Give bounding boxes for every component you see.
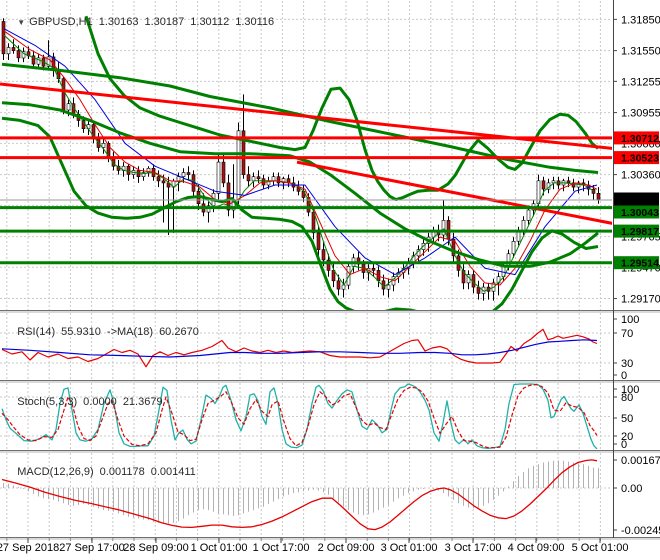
axis-label: 30	[621, 358, 633, 370]
close-value: 1.30116	[235, 16, 275, 28]
macd-signal-value: 0.001411	[150, 466, 196, 478]
symbol-dropdown-icon[interactable]: ▼	[17, 18, 25, 27]
price-tick-label: 1.31550	[621, 46, 660, 58]
stoch-panel-header: Stoch(5,3,3) 0.0000 21.3679	[5, 384, 169, 420]
price-box-label: 1.30043	[621, 207, 659, 219]
open-value: 1.30163	[98, 16, 139, 28]
time-label: 1 Oct 17:00	[253, 542, 310, 554]
stoch-signal-value: 21.3679	[122, 396, 163, 408]
rsi-value: 55.9310	[61, 326, 101, 338]
chart-title-bar: ▼ GBPUSD,H1 1.30163 1.30187 1.30112 1.30116	[5, 4, 280, 40]
price-box-label: 1.30712	[621, 133, 659, 145]
symbol-label: GBPUSD,H1	[29, 16, 93, 28]
axis-label: 0.00	[621, 483, 642, 495]
rsi-ma-value: 60.2670	[159, 326, 199, 338]
high-value: 1.30187	[144, 16, 185, 28]
price-tick-label: 1.30955	[621, 108, 660, 120]
macd-label: MACD(12,26,9)	[17, 466, 94, 478]
time-label: 27 Sep 17:00	[59, 542, 124, 554]
low-value: 1.30112	[190, 16, 230, 28]
axis-label: 0.001675	[621, 455, 660, 467]
price-box-label: 1.30116	[621, 194, 659, 206]
rsi-panel-header: RSI(14) 55.9310 ->MA(18) 60.2670	[5, 314, 205, 350]
price-tick-label: 1.31255	[621, 76, 660, 88]
time-label: 27 Sep 2018	[0, 542, 59, 554]
ma-blue-slow	[3, 28, 598, 276]
price-box-label: 1.30523	[621, 153, 659, 165]
axis-label: 0	[621, 439, 627, 451]
price-box-label: 1.29514	[621, 258, 659, 270]
time-label: 1 Oct 01:00	[191, 542, 248, 554]
time-label: 4 Oct 09:00	[508, 542, 565, 554]
rsi-label: RSI(14)	[17, 326, 56, 338]
price-tick-label: 1.29170	[621, 294, 660, 306]
time-label: 28 Sep 09:00	[123, 542, 188, 554]
price-box-label: 1.29817	[621, 226, 659, 238]
axis-label: 100	[621, 314, 639, 326]
stoch-value: 0.0000	[83, 396, 117, 408]
rsi-ma-label: ->MA(18)	[106, 326, 154, 338]
macd-panel-header: MACD(12,26,9) 0.001178 0.001411	[5, 454, 202, 490]
axis-label: 70	[621, 328, 633, 340]
trading-chart-window: 1007030010080502000.0016750.00-0.0024531…	[0, 0, 660, 560]
axis-label: -0.002453	[621, 525, 660, 537]
macd-value: 0.001178	[99, 466, 145, 478]
time-label: 3 Oct 17:00	[445, 542, 502, 554]
price-tick-label: 1.30360	[621, 170, 660, 182]
trendline-resistance-2	[296, 160, 612, 225]
stoch-label: Stoch(5,3,3)	[17, 396, 78, 408]
axis-label: 80	[621, 392, 633, 404]
time-label: 3 Oct 01:00	[381, 542, 438, 554]
time-label: 5 Oct 01:00	[572, 542, 629, 554]
price-tick-label: 1.31850	[621, 14, 660, 26]
time-label: 2 Oct 09:00	[318, 542, 375, 554]
panel-main	[0, 1, 612, 310]
axis-label: 50	[621, 413, 633, 425]
